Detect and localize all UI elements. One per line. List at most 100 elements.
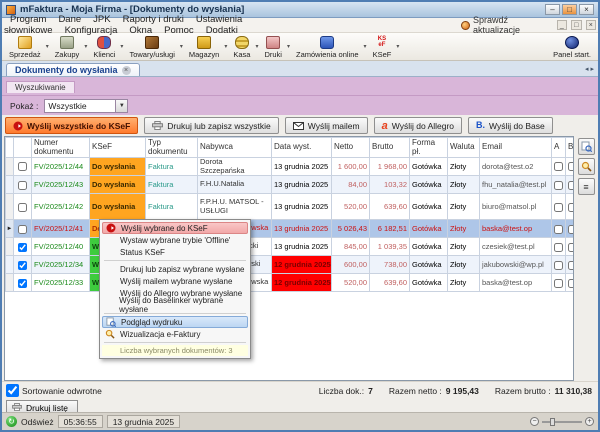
column-header-email[interactable]: Email (480, 138, 552, 158)
row-checkbox[interactable] (18, 243, 27, 252)
refresh-icon[interactable]: ↻ (6, 416, 17, 427)
row-checkbox[interactable] (18, 162, 27, 171)
table-row[interactable]: FV/2025/12/40WysłanaFakturaCzesław Wysoc… (6, 238, 575, 256)
ksef-status: Do wysłania (90, 176, 146, 194)
close-button[interactable]: × (579, 4, 594, 15)
column-header-numer-dokumentu[interactable]: Numer dokumentu (32, 138, 90, 158)
col-a-checkbox[interactable] (554, 279, 563, 288)
send-mail-button[interactable]: Wyślij mailem (285, 117, 368, 134)
col-a-checkbox[interactable] (554, 261, 563, 270)
tab-close-icon[interactable]: × (122, 66, 131, 75)
dropdown-arrow-icon[interactable]: ▾ (180, 43, 183, 50)
toolbar-towary-us-ugi[interactable]: Towary/usługi (124, 33, 179, 60)
check-updates-button[interactable]: Sprawdź aktualizacje (461, 15, 552, 35)
row-checkbox[interactable] (18, 225, 27, 234)
column-header-ksef[interactable]: KSeF (90, 138, 146, 158)
tab-scroll-arrows[interactable]: ◂ ▸ (585, 65, 594, 73)
chevron-down-icon[interactable]: ▼ (115, 100, 127, 112)
row-checkbox[interactable] (18, 181, 27, 190)
toolbar-druki[interactable]: Druki (259, 33, 287, 60)
column-header-a[interactable]: A (552, 138, 566, 158)
minimize-button[interactable]: – (545, 4, 560, 15)
menu-item-wy-lij-mailem-wybrane-wys-ane[interactable]: Wyślij mailem wybrane wysłane (102, 275, 248, 287)
menu-item-wy-lij-do-baselinker-wybrane-wys-ane[interactable]: Wyślij do Baselinker wybrane wysłane (102, 299, 248, 311)
col-a-checkbox[interactable] (554, 225, 563, 234)
row-checkbox[interactable] (18, 279, 27, 288)
restore-button[interactable]: □ (562, 4, 577, 15)
column-header-nabywca[interactable]: Nabywca (198, 138, 272, 158)
column-header-netto[interactable]: Netto (332, 138, 370, 158)
tab-dokumenty-do-wyslania[interactable]: Dokumenty do wysłania × (6, 63, 140, 76)
list-menu-button[interactable]: ≡ (578, 178, 595, 195)
column-header-forma-p[interactable]: Forma pł. (410, 138, 448, 158)
row-checkbox[interactable] (18, 261, 27, 270)
dropdown-arrow-icon[interactable]: ▾ (364, 43, 367, 50)
dropdown-arrow-icon[interactable]: ▾ (46, 43, 49, 50)
sort-reverse-checkbox[interactable]: Sortowanie odwrotne (6, 384, 102, 397)
issue-date: 13 grudnia 2025 (272, 194, 332, 220)
filter-select[interactable]: Wszystkie ▼ (44, 99, 128, 113)
zoom-out-icon[interactable]: − (530, 417, 539, 426)
envelope-icon (293, 122, 304, 130)
print-all-button[interactable]: Drukuj lub zapisz wszystkie (144, 117, 278, 134)
refresh-label[interactable]: Odśwież (21, 417, 54, 427)
dropdown-arrow-icon[interactable]: ▾ (287, 43, 290, 50)
table-row[interactable]: FV/2025/12/44Do wysłaniaFakturaDorota Sz… (6, 158, 575, 176)
send-allegro-button[interactable]: a Wyślij do Allegro (374, 117, 462, 134)
zoom-in-icon[interactable]: + (585, 417, 594, 426)
column-header-brutto[interactable]: Brutto (370, 138, 410, 158)
table-row[interactable]: FV/2025/12/34WysłanaFakturaAdam Jakubows… (6, 256, 575, 274)
column-header-1[interactable] (14, 138, 32, 158)
panel-start-icon (565, 36, 579, 49)
issue-date: 13 grudnia 2025 (272, 238, 332, 256)
dropdown-arrow-icon[interactable]: ▾ (396, 43, 399, 50)
toolbar-ksef[interactable]: KS eFKSeF (368, 33, 397, 60)
dropdown-arrow-icon[interactable]: ▾ (84, 43, 87, 50)
menu-item-wy-lij-wybrane-do-ksef[interactable]: Wyślij wybrane do KSeF (102, 222, 248, 234)
zoom-slider[interactable]: − + (530, 417, 594, 426)
mdi-restore-button[interactable]: □ (571, 20, 582, 30)
toolbar-kasa[interactable]: Kasa (228, 33, 255, 60)
table-row[interactable]: FV/2025/12/42Do wysłaniaFakturaF.P.H.U. … (6, 194, 575, 220)
column-header-b[interactable]: B (566, 138, 575, 158)
dropdown-arrow-icon[interactable]: ▾ (255, 43, 258, 50)
mdi-minimize-button[interactable]: _ (557, 20, 568, 30)
slider-thumb[interactable] (550, 418, 555, 426)
toolbar-magazyn[interactable]: Magazyn (184, 33, 224, 60)
menu-item-status-ksef[interactable]: Status KSeF (102, 246, 248, 258)
col-a-checkbox[interactable] (554, 181, 563, 190)
table-row[interactable]: ►FV/2025/12/41Do wysłaniaFakturaBarbara … (6, 220, 575, 238)
menu-item-wizualizacja-e-faktury[interactable]: Wizualizacja e-Faktury (102, 328, 248, 340)
col-a-checkbox[interactable] (554, 162, 563, 171)
send-all-ksef-button[interactable]: Wyślij wszystkie do KSeF (5, 117, 138, 134)
toolbar-zakupy[interactable]: Zakupy (50, 33, 85, 60)
toolbar-klienci[interactable]: Klienci (88, 33, 120, 60)
netto-value: 600,00 (332, 256, 370, 274)
sort-reverse-input[interactable] (6, 384, 19, 397)
visualization-button[interactable] (578, 158, 595, 175)
dropdown-arrow-icon[interactable]: ▾ (120, 43, 123, 50)
menu-item-wystaw-wybrane-trybie-offline[interactable]: Wystaw wybrane trybie 'Offline' (102, 234, 248, 246)
mdi-close-button[interactable]: × (586, 20, 597, 30)
tab-wyszukiwanie[interactable]: Wyszukiwanie (6, 81, 75, 93)
column-header-data-wyst[interactable]: Data wyst. (272, 138, 332, 158)
send-base-button[interactable]: B. Wyślij do Base (468, 117, 553, 134)
toolbar-panel-start[interactable]: Panel start. (548, 33, 596, 60)
col-a-checkbox[interactable] (554, 203, 563, 212)
dropdown-arrow-icon[interactable]: ▾ (224, 43, 227, 50)
row-checkbox[interactable] (18, 203, 27, 212)
column-header-0[interactable] (6, 138, 14, 158)
currency: Złoty (448, 194, 480, 220)
menu-item-drukuj-lub-zapisz-wybrane-wys-ane[interactable]: Drukuj lub zapisz wybrane wysłane (102, 263, 248, 275)
printer-icon (152, 121, 163, 130)
column-header-waluta[interactable]: Waluta (448, 138, 480, 158)
col-a-checkbox[interactable] (554, 243, 563, 252)
table-row[interactable]: FV/2025/12/33WysłanaFakturaBarbara Wiśni… (6, 274, 575, 292)
toolbar-sprzeda[interactable]: Sprzedaż (4, 33, 46, 60)
menu-item-podgl-d-wydruku[interactable]: Podgląd wydruku (102, 316, 248, 328)
toolbar-zam-wienia-online[interactable]: Zamówienia online (291, 33, 364, 60)
table-row[interactable]: FV/2025/12/43Do wysłaniaFakturaF.H.U.Nat… (6, 176, 575, 194)
column-header-typ-dokumentu[interactable]: Typ dokumentu (146, 138, 198, 158)
print-preview-button[interactable] (578, 138, 595, 155)
brutto-value: 103,32 (370, 176, 410, 194)
